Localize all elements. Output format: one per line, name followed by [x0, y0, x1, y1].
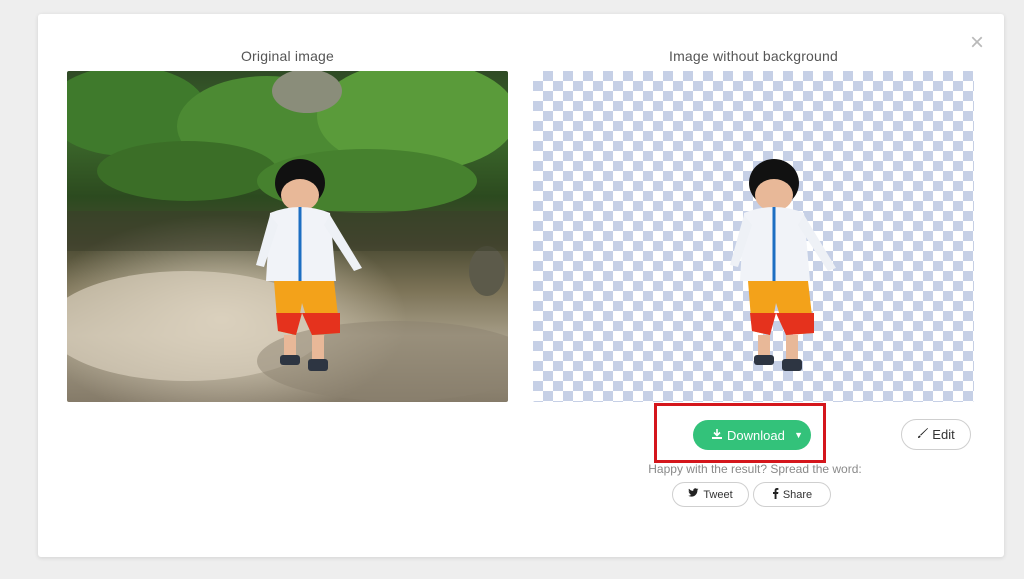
share-label: Share	[782, 488, 813, 501]
cutout-art	[730, 159, 836, 371]
original-image-title: Original image	[240, 48, 335, 64]
download-label: Download	[727, 427, 785, 443]
result-image-title: Image without background	[668, 48, 838, 64]
spread-the-word-text: Happy with the result? Spread the word:	[648, 462, 862, 476]
edit-label: Edit	[932, 427, 955, 442]
twitter-icon	[688, 488, 699, 501]
download-icon	[711, 428, 723, 443]
facebook-icon	[772, 487, 779, 502]
result-image	[533, 71, 974, 402]
brush-icon	[917, 427, 929, 442]
original-image	[67, 71, 508, 402]
tweet-button[interactable]: Tweet	[672, 482, 749, 507]
share-button[interactable]: Share	[753, 482, 831, 507]
chevron-down-icon[interactable]: ▼	[788, 420, 803, 450]
download-button[interactable]: Download ▼	[693, 420, 811, 450]
tweet-label: Tweet	[703, 488, 733, 501]
original-photo-art	[67, 71, 508, 401]
edit-button[interactable]: Edit	[901, 419, 971, 450]
